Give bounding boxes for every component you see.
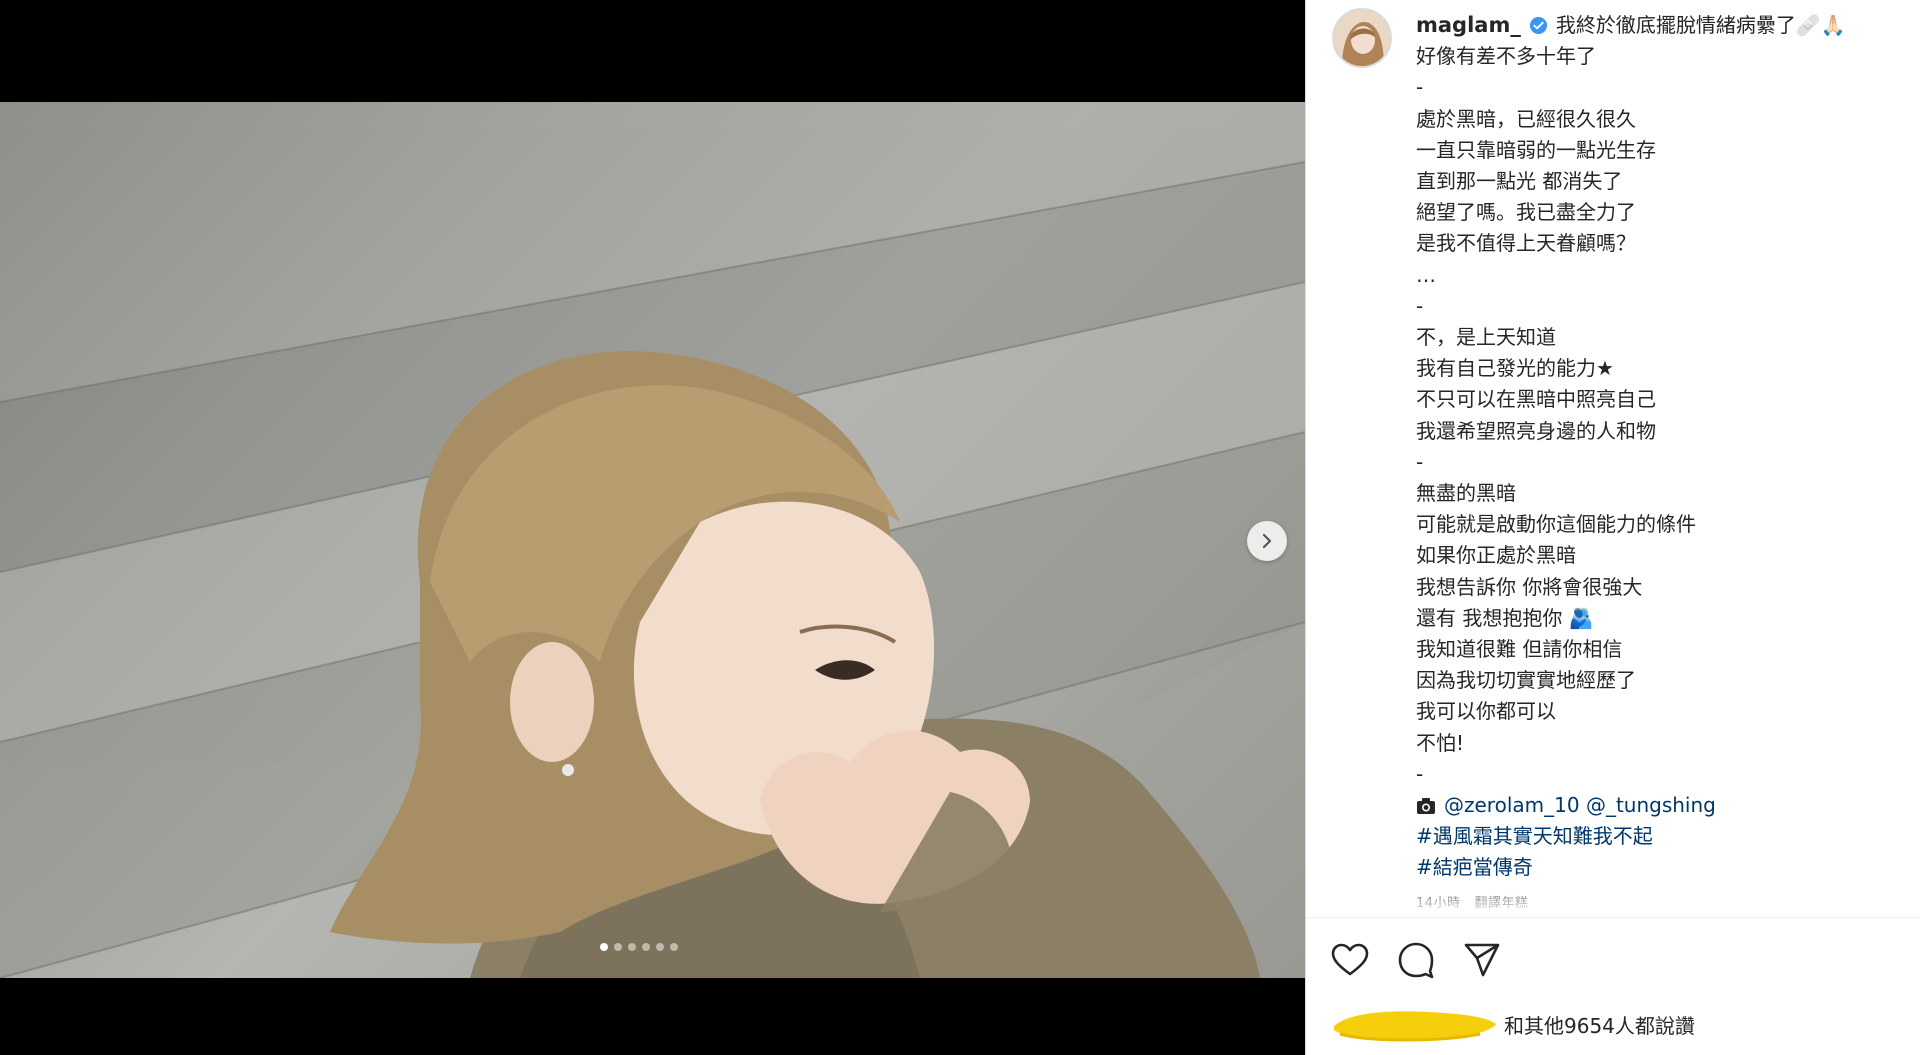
username-link[interactable]: maglam_ [1416,10,1521,41]
action-bar [1330,940,1502,980]
carousel-indicator [600,943,678,951]
caption-header: maglam_ 我終於徹底擺脫情緒病纍了🩹🙏🏻 [1416,10,1886,41]
avatar-image [1334,10,1390,66]
caption-line: - [1416,449,1424,474]
camera-icon [1417,797,1435,814]
caption: maglam_ 我終於徹底擺脫情緒病纍了🩹🙏🏻 好像有差不多十年了 - 處於黑暗… [1416,10,1886,910]
caption-line: 是我不值得上天眷顧嗎？ [1416,231,1636,256]
caption-line: 我想告訴你 你將會很強大 [1416,574,1643,599]
caption-line: 絕望了嗎。我已盡全力了 [1416,200,1636,225]
hashtag-link[interactable]: #遇風霜其實天知難我不起 [1416,821,1886,852]
caption-line: 還有 我想抱抱你 🫂 [1416,605,1594,630]
caption-line: 不怕! [1416,730,1465,755]
divider [1306,917,1920,918]
caption-line: 不只可以在黑暗中照亮自己 [1416,387,1656,412]
comment-button[interactable] [1396,940,1436,980]
mention-link[interactable]: @_tungshing [1586,790,1716,821]
next-slide-button[interactable] [1247,521,1287,561]
caption-line: 我有自己發光的能力★ [1416,356,1614,381]
caption-line: 我知道很難 但請你相信 [1416,637,1623,662]
heart-icon [1331,943,1369,976]
caption-line: 一直只靠暗弱的一點光生存 [1416,137,1656,162]
share-icon [1464,943,1500,977]
caption-line: 如果你正處於黑暗 [1416,543,1576,568]
caption-line: 我可以你都可以 [1416,699,1556,724]
likes-summary: 和其他9654人都說讚 [1330,1004,1695,1044]
caption-line: - [1416,293,1424,318]
caption-line: 可能就是啟動你這個能力的條件 [1416,512,1696,537]
photo-credits: @zerolam_10 @_tungshing [1416,790,1886,821]
caption-line: 我還希望照亮身邊的人和物 [1416,418,1656,443]
caption-line: 處於黑暗，已經很久很久 [1416,106,1636,131]
caption-line: - [1416,75,1424,100]
caption-line: 因為我切切實實地經歷了 [1416,668,1636,693]
post-photo[interactable] [0,102,1305,978]
caption-first-line: 我終於徹底擺脫情緒病纍了🩹🙏🏻 [1555,13,1846,37]
caption-line: 不，是上天知道 [1416,325,1556,350]
like-button[interactable] [1330,940,1370,980]
carousel-dot [642,943,650,951]
comment-icon [1398,942,1434,979]
caption-line: 好像有差不多十年了 [1416,44,1596,69]
photo-illustration [0,102,1305,978]
carousel-dot [628,943,636,951]
carousel-dot [656,943,664,951]
carousel-dot [670,943,678,951]
carousel-dot [614,943,622,951]
caption-line: 無盡的黑暗 [1416,481,1516,506]
likes-text[interactable]: 和其他9654人都說讚 [1504,1010,1695,1039]
share-button[interactable] [1462,940,1502,980]
caption-line: 直到那一點光 都消失了 [1416,169,1623,194]
scroll-fade [1416,896,1886,910]
carousel-dot [600,943,608,951]
chevron-right-icon [1262,533,1272,549]
caption-line: - [1416,761,1424,786]
mention-link[interactable]: @zerolam_10 [1444,790,1580,821]
avatar[interactable] [1332,8,1392,68]
post-side-panel: maglam_ 我終於徹底擺脫情緒病纍了🩹🙏🏻 好像有差不多十年了 - 處於黑暗… [1305,0,1920,1055]
redacted-name-mark [1334,1011,1496,1042]
hashtag-link[interactable]: #結疤當傳奇 [1416,852,1886,883]
media-pane [0,0,1305,1055]
caption-line: … [1416,262,1436,287]
verified-badge-icon [1529,17,1547,35]
